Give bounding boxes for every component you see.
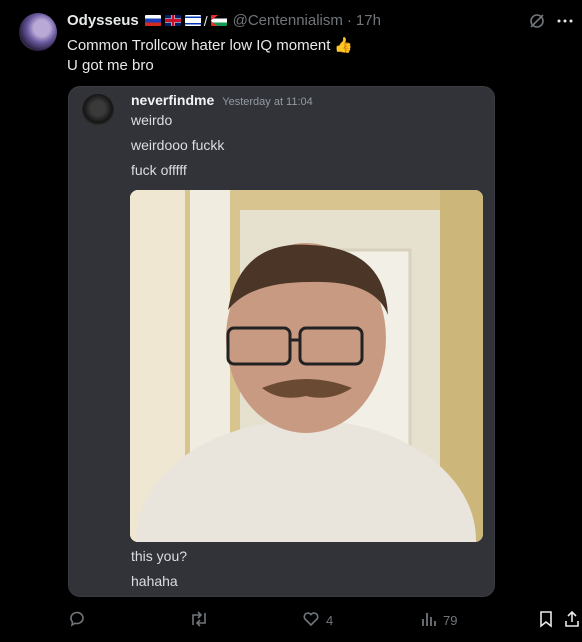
like-count: 4: [326, 613, 334, 628]
tweet-line-1: Common Trollcow hater low IQ moment 👍: [67, 37, 354, 54]
views-button[interactable]: 79: [421, 610, 457, 631]
author-display-name[interactable]: Odysseus: [67, 12, 139, 29]
discord-screenshot-card[interactable]: neverfindme Yesterday at 11:04 weirdo we…: [68, 86, 495, 597]
author-handle[interactable]: @Centennialism: [233, 12, 343, 29]
more-icon[interactable]: [556, 12, 574, 35]
israel-flag-icon: [184, 15, 201, 26]
russia-flag-icon: [144, 15, 161, 26]
like-button[interactable]: 4: [302, 610, 333, 631]
discord-message: hahaha: [131, 573, 178, 589]
share-icon: [564, 610, 580, 631]
thumbs-up-emoji: 👍: [334, 37, 354, 54]
reply-button[interactable]: [68, 610, 86, 631]
bookmark-icon: [538, 610, 554, 631]
tweet-header: Odysseus / @Centennialism · 17h: [67, 12, 381, 29]
discord-username: neverfindme: [131, 92, 215, 108]
retweet-icon: [189, 610, 209, 631]
flag-emojis: /: [144, 12, 227, 29]
bookmark-button[interactable]: [538, 610, 554, 631]
tweet-line-2: U got me bro: [67, 57, 154, 74]
discord-message: weirdo: [131, 112, 173, 128]
tweet-time[interactable]: 17h: [356, 12, 381, 29]
attached-photo: [130, 190, 483, 542]
discord-user-avatar: [82, 94, 114, 126]
views-icon: [421, 610, 437, 631]
discord-message: fuck offfff: [131, 162, 187, 178]
tweet-actions: 4 79: [0, 610, 582, 630]
discord-timestamp: Yesterday at 11:04: [222, 96, 313, 108]
flag-slash: /: [203, 12, 208, 29]
retweet-button[interactable]: [189, 610, 209, 631]
reply-icon: [68, 610, 86, 631]
separator-dot: ·: [346, 12, 352, 29]
discord-message: weirdooo fuckk: [131, 137, 225, 153]
share-button[interactable]: [564, 610, 580, 631]
tweet-text: Common Trollcow hater low IQ moment 👍 U g…: [67, 36, 353, 76]
palestine-flag-icon: [210, 15, 227, 26]
view-count: 79: [443, 613, 458, 628]
grok-icon[interactable]: [528, 12, 546, 35]
discord-message-header: neverfindme Yesterday at 11:04: [131, 92, 313, 108]
author-avatar[interactable]: [19, 13, 57, 51]
top-right-icons: [528, 12, 574, 35]
uk-flag-icon: [164, 15, 181, 26]
discord-message: this you?: [131, 548, 188, 564]
like-icon: [302, 610, 320, 631]
